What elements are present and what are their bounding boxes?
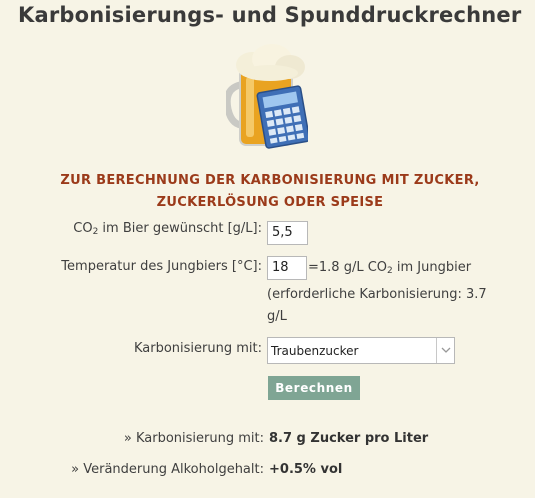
carbonation-method-value: Traubenzucker — [271, 344, 359, 358]
page-title: Karbonisierungs- und Spunddruckrechner — [18, 3, 522, 27]
temperature-label: Temperatur des Jungbiers [°C]: — [61, 259, 262, 274]
jungbier-co2-info: =1.8 g/L CO2 im Jungbier — [308, 260, 472, 276]
chevron-down-icon[interactable] — [436, 338, 454, 363]
co2-input[interactable]: 5,5 — [267, 221, 308, 245]
section-heading-line2: ZUCKERLÖSUNG ODER SPEISE — [156, 195, 384, 210]
required-carbonation-note-unit: g/L — [267, 309, 287, 324]
co2-label: CO2 im Bier gewünscht [g/L]: — [73, 221, 262, 237]
beer-mug-calculator-icon — [226, 44, 308, 149]
carbonation-method-select[interactable]: Traubenzucker — [267, 337, 455, 364]
result-carbonation-value: 8.7 g Zucker pro Liter — [269, 431, 429, 446]
required-carbonation-note: (erforderliche Karbonisierung: 3.7 — [267, 287, 487, 302]
carbonation-method-label: Karbonisierung mit: — [133, 341, 262, 356]
result-alcohol-change-value: +0.5% vol — [269, 462, 343, 477]
temperature-input[interactable]: 18 — [267, 256, 307, 280]
section-heading-line1: ZUR BERECHNUNG DER KARBONISIERUNG MIT ZU… — [60, 173, 480, 188]
result-carbonation-label: » Karbonisierung mit: — [123, 431, 264, 446]
result-alcohol-change-label: » Veränderung Alkoholgehalt: — [71, 462, 264, 477]
calculate-button[interactable]: Berechnen — [268, 376, 360, 400]
